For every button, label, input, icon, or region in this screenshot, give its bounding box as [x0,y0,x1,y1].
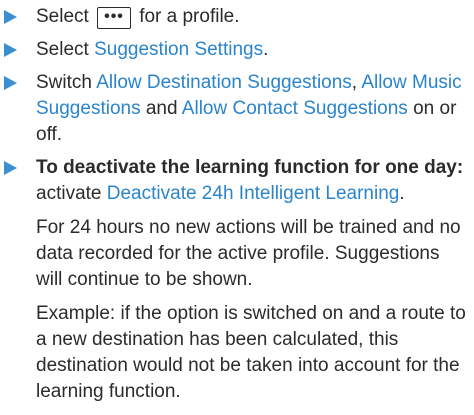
deactivation-note: For 24 hours no new actions will be trai… [36,217,461,290]
step-text: Select [36,39,95,60]
example-paragraph: Example: if the option is switched on an… [36,303,466,402]
triangle-right-icon [4,76,17,90]
triangle-right-icon [4,161,17,175]
step-text: Switch [36,72,97,93]
deactivate-24h-learning-option: Deactivate 24h Intelligent Learning [106,183,400,204]
step-text: . [263,39,269,60]
step-text: . [399,183,405,204]
instruction-steps: Select ••• for a profile. Select Suggest… [0,4,466,405]
step-text: , [351,72,362,93]
step-switch-suggestions: Switch Allow Destination Suggestions, Al… [0,70,466,148]
step-select-suggestion-settings: Select Suggestion Settings. [0,37,466,63]
allow-contact-suggestions-option: Allow Contact Sug­gestions [181,98,408,119]
allow-destination-suggestions-option: Allow Destination Suggestions [96,72,352,93]
more-options-button: ••• [97,7,131,29]
suggestion-settings-menu-item: Suggestion Settings [94,39,264,60]
deactivate-instruction: To deactivate the learning function for … [36,155,466,207]
step-deactivate-learning: To deactivate the learning function for … [0,155,466,405]
instruction-page: Select ••• for a profile. Select Suggest… [0,0,474,415]
triangle-right-icon [4,10,17,24]
step-text: for a profile. [139,6,240,27]
step-text: and [140,98,182,119]
triangle-right-icon [4,43,17,57]
step-select-profile-menu: Select ••• for a profile. [0,4,466,30]
step-heading: To deactivate the learning function for … [36,157,464,178]
step-text: activate [36,183,107,204]
step-text: Select [36,6,89,27]
